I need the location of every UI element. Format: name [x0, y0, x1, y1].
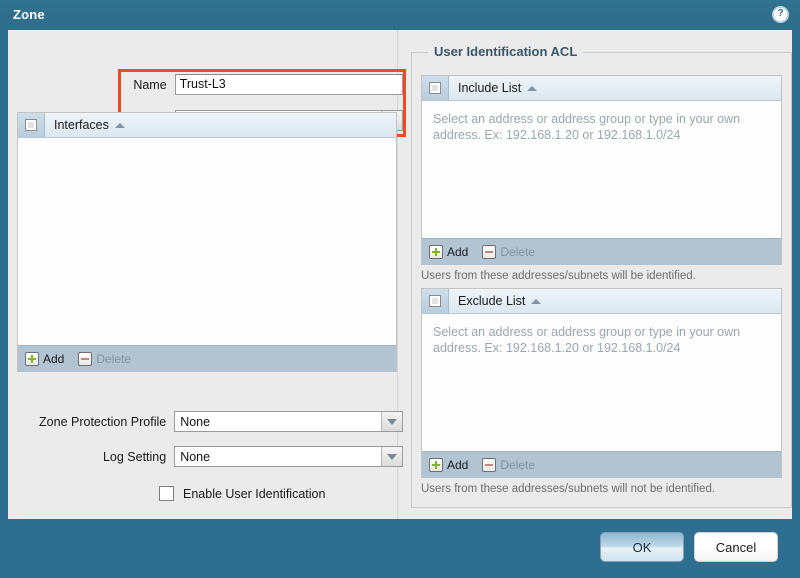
plus-icon	[429, 245, 443, 259]
interfaces-table-header: Interfaces	[18, 113, 396, 138]
caret-up-icon[interactable]	[114, 123, 125, 128]
include-list-body[interactable]: Select an address or address group or ty…	[422, 101, 781, 238]
interfaces-delete-button[interactable]: Delete	[78, 352, 141, 366]
exclude-list-note: Users from these addresses/subnets will …	[421, 483, 716, 495]
caret-up-icon[interactable]	[527, 86, 538, 91]
dialog-titlebar: Zone ?	[0, 0, 800, 30]
minus-icon	[482, 458, 497, 472]
log-setting-select[interactable]: None	[174, 446, 403, 467]
exclude-column-label: Exclude List	[458, 294, 526, 308]
zone-dialog: Zone ? Name Type Layer3	[0, 0, 800, 578]
include-list-header: Include List	[422, 76, 781, 101]
help-glyph: ?	[777, 8, 784, 19]
include-list-toolbar: Add Delete	[422, 238, 781, 265]
interfaces-table: Interfaces Add Delete	[17, 112, 397, 372]
minus-icon	[482, 245, 497, 259]
exclude-list-header: Exclude List	[422, 289, 781, 314]
interfaces-select-all-checkbox[interactable]	[25, 119, 37, 131]
log-setting-label: Log Setting	[102, 449, 167, 464]
exclude-list-table: Exclude List Select an address or addres…	[421, 288, 782, 478]
include-delete-label: Delete	[500, 245, 536, 259]
plus-icon	[429, 458, 443, 472]
exclude-delete-label: Delete	[500, 458, 536, 472]
include-select-all-checkbox[interactable]	[429, 82, 441, 94]
zone-protection-row: Zone Protection Profile None	[17, 411, 403, 432]
exclude-add-button[interactable]: Add	[429, 458, 478, 472]
cancel-button[interactable]: Cancel	[694, 532, 778, 562]
enable-user-id-row[interactable]: Enable User Identification	[159, 486, 325, 501]
interfaces-delete-label: Delete	[96, 352, 132, 366]
interfaces-add-label: Add	[43, 352, 65, 366]
exclude-column-header[interactable]: Exclude List	[449, 289, 542, 313]
exclude-add-label: Add	[447, 458, 469, 472]
dialog-body: Name Type Layer3	[8, 30, 792, 519]
exclude-select-all-checkbox[interactable]	[429, 295, 441, 307]
name-field-row: Name	[121, 74, 403, 95]
zone-protection-value: None	[180, 414, 211, 429]
enable-user-id-checkbox[interactable]	[159, 486, 174, 501]
plus-icon	[25, 352, 39, 366]
include-list-table: Include List Select an address or addres…	[421, 75, 782, 265]
log-setting-row: Log Setting None	[17, 446, 403, 467]
caret-up-icon[interactable]	[531, 299, 542, 304]
include-delete-button[interactable]: Delete	[482, 245, 545, 259]
enable-user-id-label: Enable User Identification	[183, 486, 326, 501]
ok-button[interactable]: OK	[600, 532, 684, 562]
interfaces-column-header[interactable]: Interfaces	[45, 113, 125, 137]
include-add-button[interactable]: Add	[429, 245, 478, 259]
include-list-placeholder: Select an address or address group or ty…	[433, 112, 741, 142]
chevron-down-icon[interactable]	[381, 447, 402, 466]
zone-protection-select[interactable]: None	[174, 411, 403, 432]
interfaces-add-button[interactable]: Add	[25, 352, 74, 366]
name-label: Name	[133, 77, 167, 92]
exclude-list-body[interactable]: Select an address or address group or ty…	[422, 314, 781, 451]
exclude-list-placeholder: Select an address or address group or ty…	[433, 325, 741, 355]
zone-protection-label: Zone Protection Profile	[39, 414, 167, 429]
include-list-note: Users from these addresses/subnets will …	[421, 270, 696, 282]
include-column-label: Include List	[458, 81, 522, 95]
exclude-select-all-cell[interactable]	[422, 289, 449, 313]
help-circle-icon[interactable]: ?	[772, 6, 789, 23]
interfaces-column-label: Interfaces	[54, 118, 109, 132]
interfaces-table-toolbar: Add Delete	[18, 345, 396, 372]
include-add-label: Add	[447, 245, 469, 259]
include-column-header[interactable]: Include List	[449, 76, 538, 100]
exclude-delete-button[interactable]: Delete	[482, 458, 545, 472]
interfaces-table-body[interactable]	[18, 138, 396, 345]
exclude-list-toolbar: Add Delete	[422, 451, 781, 478]
minus-icon	[78, 352, 93, 366]
chevron-down-icon[interactable]	[381, 412, 402, 431]
include-select-all-cell[interactable]	[422, 76, 449, 100]
name-input[interactable]	[174, 74, 403, 95]
interfaces-select-all-cell[interactable]	[18, 113, 45, 137]
right-column: User Identification ACL Include List Sel…	[400, 30, 792, 519]
user-identification-acl-legend: User Identification ACL	[428, 44, 584, 59]
dialog-footer: OK Cancel	[0, 519, 800, 578]
dialog-title: Zone	[13, 7, 45, 22]
log-setting-value: None	[180, 449, 211, 464]
left-column: Name Type Layer3	[8, 30, 406, 519]
